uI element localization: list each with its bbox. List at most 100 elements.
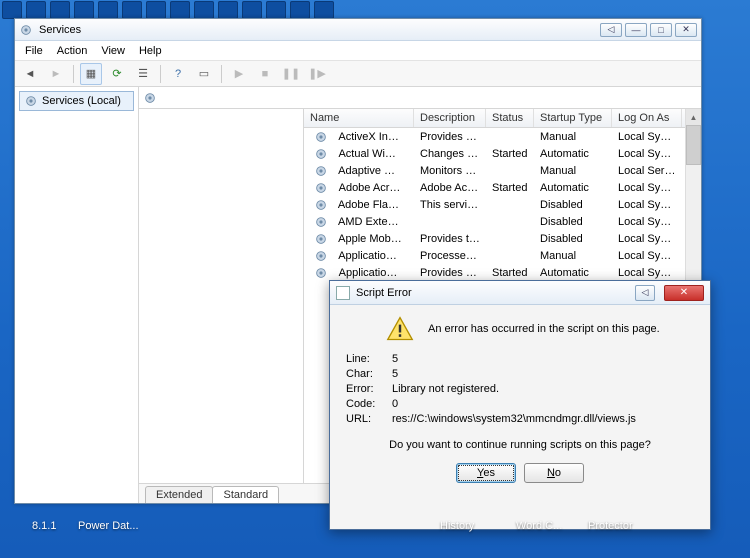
dialog-prev-button[interactable]: ◁ — [635, 285, 655, 301]
titlebar[interactable]: Services ◁ — □ ✕ — [15, 19, 701, 41]
table-row[interactable]: Adobe Flash Playe...This service ...Disa… — [304, 196, 701, 213]
no-button[interactable]: No — [524, 463, 584, 483]
cell-logon: Local Syste... — [612, 199, 682, 211]
minimize-button[interactable]: — — [625, 23, 647, 37]
cell-logon: Local Syste... — [612, 216, 682, 228]
col-status[interactable]: Status — [486, 109, 534, 127]
gear-icon — [308, 147, 329, 161]
pause-service-button[interactable]: ❚❚ — [280, 63, 302, 85]
menu-view[interactable]: View — [95, 43, 131, 59]
table-row[interactable]: Application Host ...Provides ad...Starte… — [304, 264, 701, 281]
dialog-message: An error has occurred in the script on t… — [428, 323, 660, 335]
desktop-top-icons — [0, 0, 750, 20]
value-url: res://C:\windows\system32\mmcndmgr.dll/v… — [392, 413, 694, 425]
menubar: File Action View Help — [15, 41, 701, 61]
prev-button[interactable]: ◁ — [600, 23, 622, 37]
yes-button[interactable]: Yes — [456, 463, 516, 483]
gear-icon — [308, 266, 330, 280]
desktop-icon-label[interactable]: Power Dat... — [78, 520, 139, 532]
taskbar-icon[interactable] — [2, 1, 22, 19]
taskbar-icon[interactable] — [50, 1, 70, 19]
cell-logon: Local Syste... — [612, 233, 682, 245]
gear-icon — [24, 94, 38, 108]
col-startup-type[interactable]: Startup Type — [534, 109, 612, 127]
help-button[interactable]: ? — [167, 63, 189, 85]
cell-startup: Automatic — [534, 148, 612, 160]
cell-startup: Disabled — [534, 233, 612, 245]
maximize-button[interactable]: □ — [650, 23, 672, 37]
label-error: Error: — [346, 383, 392, 395]
table-row[interactable]: Adaptive BrightnessMonitors a...ManualLo… — [304, 162, 701, 179]
desktop-icon-label[interactable]: Word C... — [516, 520, 562, 532]
taskbar-icon[interactable] — [74, 1, 94, 19]
script-error-dialog: Script Error ◁ ✕ An error has occurred i… — [329, 280, 711, 530]
cell-startup: Disabled — [534, 216, 612, 228]
table-row[interactable]: Actual Window M...Changes th...StartedAu… — [304, 145, 701, 162]
taskbar-icon[interactable] — [146, 1, 166, 19]
properties-button[interactable]: ▭ — [193, 63, 215, 85]
taskbar-icon[interactable] — [26, 1, 46, 19]
label-code: Code: — [346, 398, 392, 410]
cell-description: Adobe Acro... — [414, 182, 486, 194]
tree-item-services-local[interactable]: Services (Local) — [19, 91, 134, 111]
taskbar-icon[interactable] — [242, 1, 262, 19]
gear-icon — [308, 215, 329, 229]
restart-service-button[interactable]: ❚▶ — [306, 63, 328, 85]
taskbar-icon[interactable] — [170, 1, 190, 19]
close-button[interactable]: ✕ — [675, 23, 697, 37]
separator — [221, 65, 222, 83]
col-name[interactable]: Name — [304, 109, 414, 127]
taskbar-icon[interactable] — [122, 1, 142, 19]
back-button[interactable]: ◄ — [19, 63, 41, 85]
dialog-close-button[interactable]: ✕ — [664, 285, 704, 301]
table-row[interactable]: AMD External Eve...DisabledLocal Syste..… — [304, 213, 701, 230]
tab-extended[interactable]: Extended — [145, 486, 213, 503]
cell-name: Actual Window M... — [304, 147, 414, 161]
col-log-on-as[interactable]: Log On As — [612, 109, 682, 127]
gear-icon — [308, 164, 329, 178]
cell-startup: Automatic — [534, 182, 612, 194]
stop-service-button[interactable]: ■ — [254, 63, 276, 85]
desktop-icon-label[interactable]: Protector — [588, 520, 633, 532]
services-icon — [19, 23, 33, 37]
table-row[interactable]: ActiveX Installer (...Provides Us...Manu… — [304, 128, 701, 145]
taskbar-icon[interactable] — [194, 1, 214, 19]
cell-name: ActiveX Installer (... — [304, 130, 414, 144]
tab-standard[interactable]: Standard — [212, 486, 279, 503]
taskbar-icon[interactable] — [314, 1, 334, 19]
right-pane-header — [139, 87, 701, 109]
cell-logon: Local Syste... — [612, 148, 682, 160]
cell-status: Started — [486, 182, 534, 194]
export-button[interactable]: ⟳ — [106, 63, 128, 85]
menu-file[interactable]: File — [19, 43, 49, 59]
window-title: Services — [39, 24, 594, 36]
gear-icon — [308, 130, 329, 144]
desktop-icon-label[interactable]: History — [440, 520, 474, 532]
menu-help[interactable]: Help — [133, 43, 168, 59]
cell-startup: Manual — [534, 131, 612, 143]
table-row[interactable]: Application Experi...Processes a...Manua… — [304, 247, 701, 264]
table-row[interactable]: Adobe Acrobat U...Adobe Acro...StartedAu… — [304, 179, 701, 196]
cell-name: Apple Mobile Devi... — [304, 232, 414, 246]
taskbar-icon[interactable] — [266, 1, 286, 19]
cell-startup: Disabled — [534, 199, 612, 211]
desktop-icon-label[interactable]: 8.1.1 — [32, 520, 56, 532]
cell-name: Adaptive Brightness — [304, 164, 414, 178]
taskbar-icon[interactable] — [98, 1, 118, 19]
start-service-button[interactable]: ▶ — [228, 63, 250, 85]
show-hide-tree-button[interactable]: ▦ — [80, 63, 102, 85]
dialog-title: Script Error — [356, 287, 629, 299]
refresh-button[interactable]: ☰ — [132, 63, 154, 85]
taskbar-icon[interactable] — [218, 1, 238, 19]
col-description[interactable]: Description — [414, 109, 486, 127]
table-row[interactable]: Apple Mobile Devi...Provides th...Disabl… — [304, 230, 701, 247]
gear-icon — [308, 198, 329, 212]
warning-icon — [386, 315, 414, 343]
forward-button[interactable]: ► — [45, 63, 67, 85]
scroll-thumb[interactable] — [686, 125, 701, 165]
menu-action[interactable]: Action — [51, 43, 94, 59]
tree-item-label: Services (Local) — [42, 95, 121, 107]
dialog-titlebar[interactable]: Script Error ◁ ✕ — [330, 281, 710, 305]
taskbar-icon[interactable] — [290, 1, 310, 19]
scroll-up-button[interactable]: ▲ — [686, 109, 701, 125]
